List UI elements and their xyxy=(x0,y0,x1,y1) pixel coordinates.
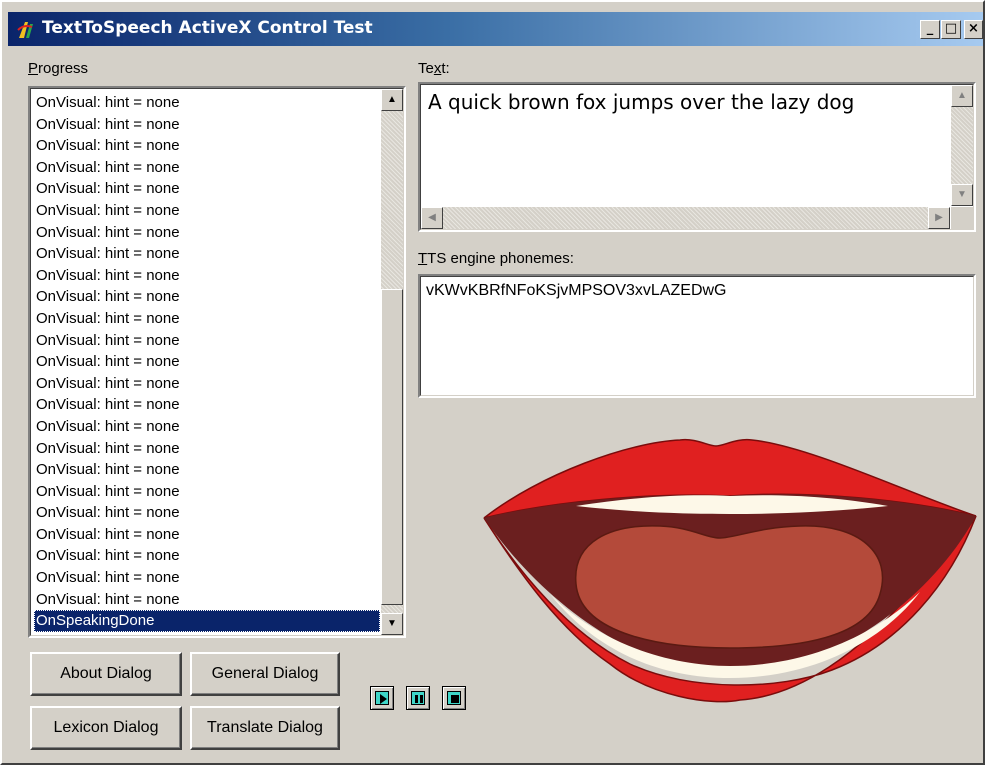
list-item[interactable]: OnVisual: hint = none xyxy=(34,135,380,157)
about-dialog-button[interactable]: About Dialog xyxy=(30,652,182,696)
tongue xyxy=(575,525,884,649)
lexicon-dialog-button[interactable]: Lexicon Dialog xyxy=(30,706,182,750)
list-item[interactable]: OnVisual: hint = none xyxy=(34,438,380,460)
list-item[interactable]: OnVisual: hint = none xyxy=(34,200,380,222)
list-item[interactable]: OnVisual: hint = none xyxy=(34,92,380,114)
scroll-up-arrow-icon[interactable]: ▲ xyxy=(951,85,973,107)
phonemes-label: TTS engine phonemes: xyxy=(418,250,574,267)
list-item[interactable]: OnVisual: hint = none xyxy=(34,481,380,503)
scroll-down-arrow-icon[interactable]: ▼ xyxy=(381,613,403,635)
list-item[interactable]: OnVisual: hint = none xyxy=(34,567,380,589)
text-vertical-scrollbar[interactable]: ▲ ▼ xyxy=(951,85,973,206)
stop-button[interactable] xyxy=(442,686,466,710)
minimize-button[interactable]: _ xyxy=(920,20,940,39)
scroll-left-arrow-icon[interactable]: ◀ xyxy=(421,207,443,229)
translate-dialog-button[interactable]: Translate Dialog xyxy=(190,706,340,750)
progress-label: Progress xyxy=(28,60,89,77)
list-item[interactable]: OnVisual: hint = none xyxy=(34,286,380,308)
play-icon xyxy=(380,694,387,704)
list-item[interactable]: OnVisual: hint = none xyxy=(34,459,380,481)
stop-icon xyxy=(451,695,459,703)
list-item[interactable]: OnVisual: hint = none xyxy=(34,545,380,567)
list-item[interactable]: OnVisual: hint = none xyxy=(34,589,380,611)
scroll-corner xyxy=(951,207,973,229)
list-item[interactable]: OnVisual: hint = none xyxy=(34,178,380,200)
list-item[interactable]: OnVisual: hint = none xyxy=(34,114,380,136)
selected-list-item[interactable]: OnSpeakingDone xyxy=(34,610,380,632)
scroll-up-arrow-icon[interactable]: ▲ xyxy=(381,89,403,111)
scroll-thumb[interactable] xyxy=(381,289,403,605)
list-item[interactable]: OnVisual: hint = none xyxy=(34,373,380,395)
play-button[interactable] xyxy=(370,686,394,710)
progress-scrollbar[interactable]: ▲ ▼ xyxy=(381,89,403,635)
list-item[interactable]: OnVisual: hint = none xyxy=(34,222,380,244)
text-label: Text: xyxy=(418,60,450,77)
scroll-down-arrow-icon[interactable]: ▼ xyxy=(951,184,973,206)
text-input[interactable]: A quick brown fox jumps over the lazy do… xyxy=(418,82,976,232)
list-item[interactable]: OnVisual: hint = none xyxy=(34,243,380,265)
pause-icon xyxy=(415,695,423,703)
text-input-value[interactable]: A quick brown fox jumps over the lazy do… xyxy=(428,90,854,114)
list-item[interactable]: OnVisual: hint = none xyxy=(34,524,380,546)
pause-button[interactable] xyxy=(406,686,430,710)
app-icon xyxy=(17,22,33,38)
close-button[interactable]: × xyxy=(964,20,983,39)
list-item[interactable]: OnVisual: hint = none xyxy=(34,308,380,330)
list-item[interactable]: OnVisual: hint = none xyxy=(34,157,380,179)
main-window: TextToSpeech ActiveX Control Test _ □ × … xyxy=(0,0,985,765)
phonemes-value: vKWvKBRfNFoKSjvMPSOV3xvLAZEDwG xyxy=(426,282,727,299)
window-title: TextToSpeech ActiveX Control Test xyxy=(42,18,373,38)
general-dialog-button[interactable]: General Dialog xyxy=(190,652,340,696)
list-item[interactable]: OnVisual: hint = none xyxy=(34,330,380,352)
list-item[interactable]: OnVisual: hint = none xyxy=(34,351,380,373)
list-item[interactable]: OnVisual: hint = none xyxy=(34,265,380,287)
progress-items: OnVisual: hint = none OnVisual: hint = n… xyxy=(34,92,380,634)
scroll-right-arrow-icon[interactable]: ▶ xyxy=(928,207,950,229)
text-horizontal-scrollbar[interactable]: ◀ ▶ xyxy=(421,207,950,229)
progress-listbox[interactable]: OnVisual: hint = none OnVisual: hint = n… xyxy=(28,86,406,638)
mouth-visual xyxy=(483,438,977,703)
list-item[interactable]: OnVisual: hint = none xyxy=(34,416,380,438)
list-item[interactable]: OnVisual: hint = none xyxy=(34,502,380,524)
list-item[interactable]: OnVisual: hint = none xyxy=(34,394,380,416)
title-bar[interactable]: TextToSpeech ActiveX Control Test _ □ × xyxy=(8,12,983,46)
maximize-button[interactable]: □ xyxy=(941,20,961,39)
phonemes-output[interactable]: vKWvKBRfNFoKSjvMPSOV3xvLAZEDwG xyxy=(418,274,976,398)
